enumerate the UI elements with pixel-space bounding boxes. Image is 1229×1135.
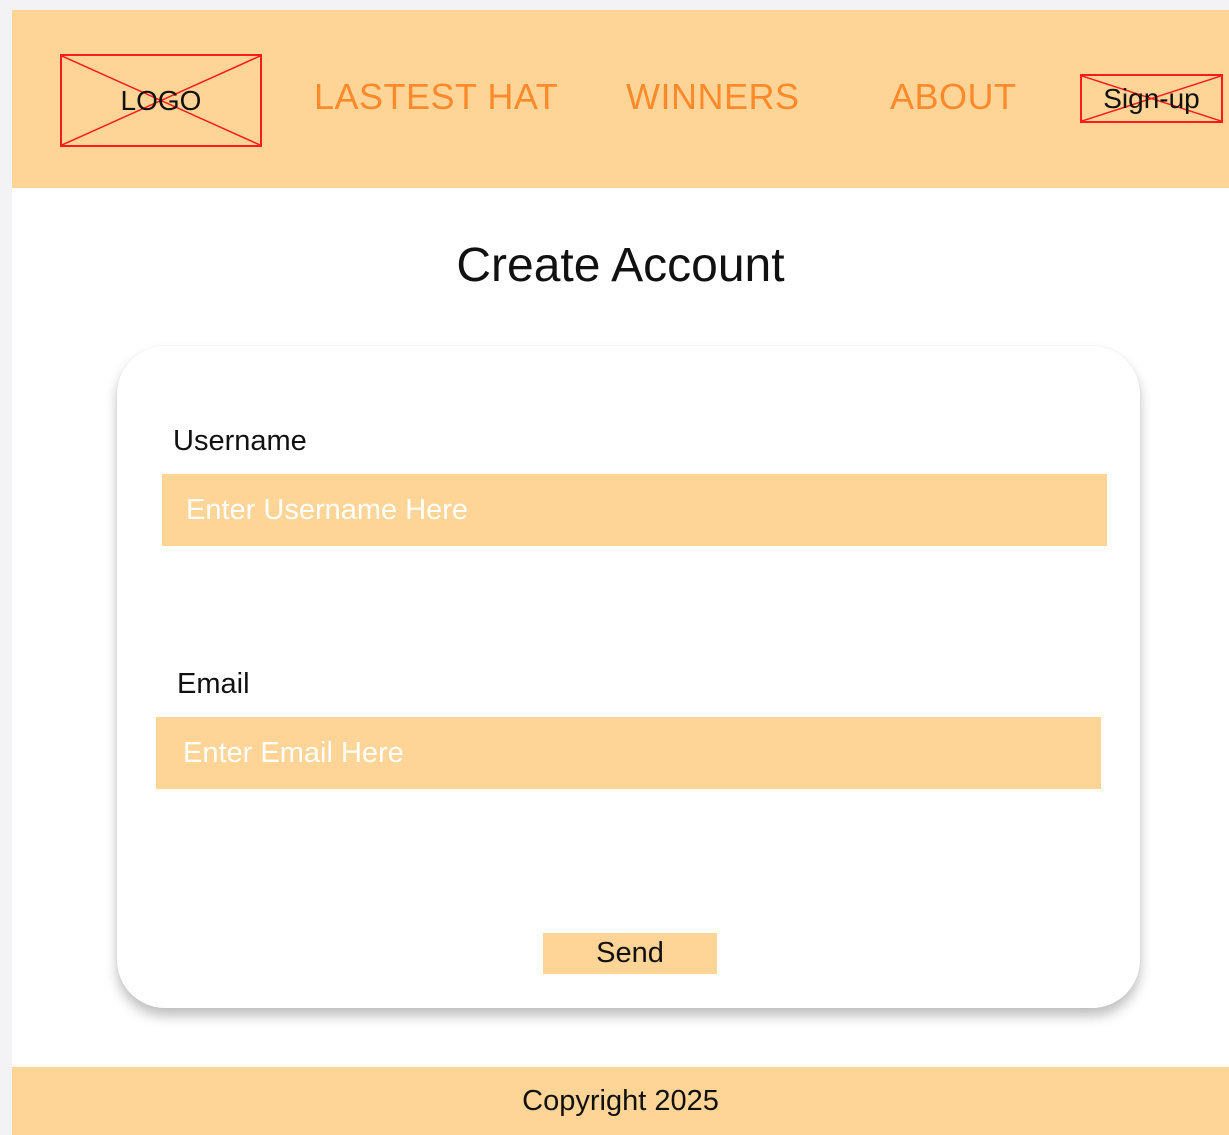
nav-link-about[interactable]: ABOUT bbox=[890, 76, 1017, 118]
nav-link-latest-hat[interactable]: LASTEST HAT bbox=[314, 76, 558, 118]
copyright-text: Copyright 2025 bbox=[522, 1084, 719, 1117]
username-input[interactable] bbox=[162, 474, 1107, 546]
signup-button[interactable]: Sign-up bbox=[1080, 74, 1223, 123]
send-button[interactable]: Send bbox=[543, 933, 717, 974]
page-frame: LOGO LASTEST HAT WINNERS ABOUT Sign-up C… bbox=[12, 10, 1229, 1135]
page-title: Create Account bbox=[456, 239, 785, 292]
site-footer: Copyright 2025 bbox=[12, 1067, 1229, 1135]
nav-link-winners[interactable]: WINNERS bbox=[626, 76, 800, 118]
username-label: Username bbox=[173, 425, 307, 457]
email-input[interactable] bbox=[156, 717, 1101, 789]
create-account-form: Username Email Send bbox=[117, 346, 1140, 1008]
site-header: LOGO LASTEST HAT WINNERS ABOUT Sign-up bbox=[12, 10, 1229, 188]
signup-label: Sign-up bbox=[1103, 82, 1200, 114]
logo[interactable]: LOGO bbox=[60, 54, 262, 147]
logo-label: LOGO bbox=[120, 84, 202, 116]
email-label: Email bbox=[177, 668, 250, 700]
